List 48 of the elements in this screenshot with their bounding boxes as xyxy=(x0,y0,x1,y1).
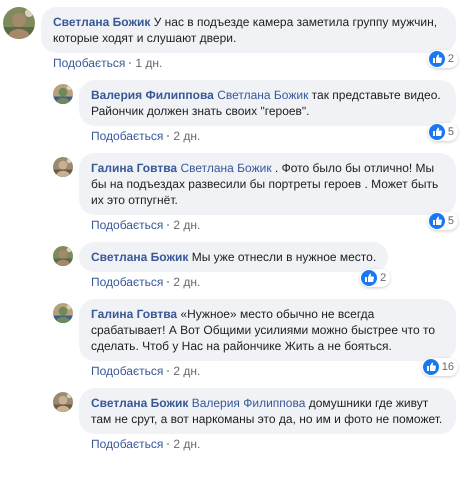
thumbs-up-icon xyxy=(428,124,445,140)
reaction-badge[interactable]: 2 xyxy=(428,50,458,68)
author-link[interactable]: Галина Говтва xyxy=(91,307,178,321)
comment-text: Галина Говтва «Нужное» место обычно не всегда срабатывает! А Вот Общими усилиями можно быстрее что то сделать. Чтоб у Нас на райончике Жить а не бояться. xyxy=(91,306,436,354)
reaction-badge[interactable]: 2 xyxy=(360,269,390,287)
separator-dot-icon xyxy=(167,281,170,283)
reaction-count: 2 xyxy=(380,272,386,284)
like-link[interactable]: Подобається xyxy=(91,437,164,451)
separator-dot-icon xyxy=(167,135,170,137)
comment-text: Светлана Божик Валерия Филиппова домушники где живут там не срут, а вот наркоманы это да, но им и фото не поможет. xyxy=(91,395,444,427)
like-link[interactable]: Подобається xyxy=(91,218,164,232)
comment-text: Валерия Филиппова Светлана Божик так представьте видео. Райончик должен знать своих "героев". xyxy=(91,87,442,119)
comment-text: Светлана Божик У нас в подъезде камера заметила группу мужчин, которые ходят и слушают двери. xyxy=(53,14,438,46)
comment-time: 2 дн. xyxy=(173,218,200,232)
reaction-count: 16 xyxy=(442,361,454,373)
reaction-count: 2 xyxy=(448,53,454,65)
comment-text: Светлана Божик Мы уже отнесли в нужное место. xyxy=(91,249,376,265)
mention-link[interactable]: Светлана Божик xyxy=(217,88,308,102)
author-link[interactable]: Галина Говтва xyxy=(91,161,178,175)
reaction-badge[interactable]: 5 xyxy=(428,212,458,230)
reaction-count: 5 xyxy=(448,126,454,138)
mention-link[interactable]: Светлана Божик xyxy=(180,161,272,175)
reaction-count: 5 xyxy=(448,215,454,227)
thumbs-up-icon xyxy=(428,51,445,67)
separator-dot-icon xyxy=(167,370,170,372)
comment-time: 2 дн. xyxy=(173,437,200,451)
author-link[interactable]: Светлана Божик xyxy=(91,396,188,410)
comment-text: Галина Говтва Светлана Божик . Фото было бы отлично! Мы бы на подъездах развесили бы портреты героев . Может быть их это отпугнёт. xyxy=(91,160,440,208)
comment-time: 2 дн. xyxy=(173,129,200,143)
separator-dot-icon xyxy=(129,62,132,64)
mention-link[interactable]: Валерия Филиппова xyxy=(192,396,306,410)
like-link[interactable]: Подобається xyxy=(53,56,126,70)
comment-time: 2 дн. xyxy=(173,364,200,378)
thumbs-up-icon xyxy=(422,359,439,375)
reaction-badge[interactable]: 16 xyxy=(422,358,458,376)
separator-dot-icon xyxy=(167,443,170,445)
author-link[interactable]: Светлана Божик xyxy=(91,250,188,264)
author-link[interactable]: Валерия Филиппова xyxy=(91,88,214,102)
comment-time: 2 дн. xyxy=(173,275,200,289)
thumbs-up-icon xyxy=(361,270,378,286)
reaction-badge[interactable]: 5 xyxy=(428,123,458,141)
like-link[interactable]: Подобається xyxy=(91,364,164,378)
like-link[interactable]: Подобається xyxy=(91,129,164,143)
comment-time: 1 дн. xyxy=(135,56,162,70)
separator-dot-icon xyxy=(167,224,170,226)
thumbs-up-icon xyxy=(428,213,445,229)
author-link[interactable]: Светлана Божик xyxy=(53,15,150,29)
like-link[interactable]: Подобається xyxy=(91,275,164,289)
